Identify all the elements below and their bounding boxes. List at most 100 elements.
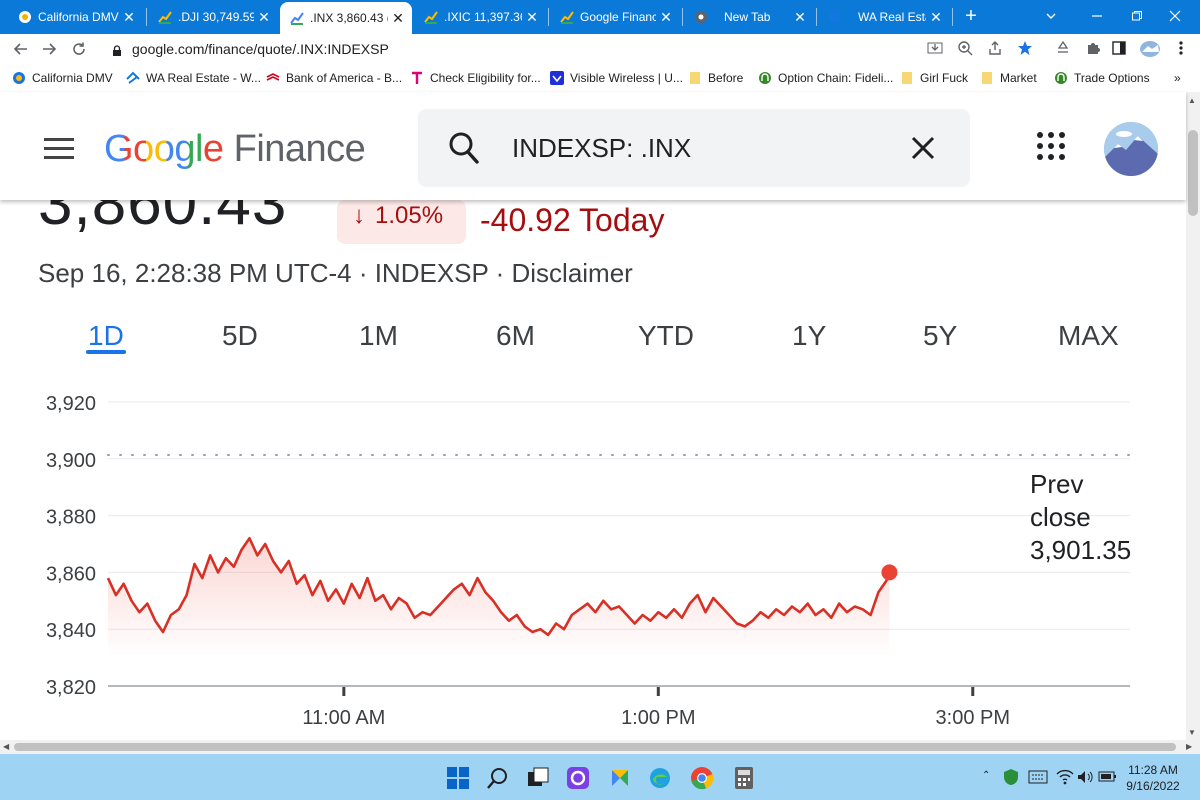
tab-inx[interactable]: .INX 3,860.43 ( ✕ (280, 2, 412, 34)
bank-of-america-icon (266, 71, 280, 85)
calculator-icon[interactable] (732, 766, 756, 790)
bookmark-star-icon[interactable] (1016, 40, 1034, 58)
recycle-extension-icon[interactable] (1054, 40, 1072, 58)
range-tab-1y[interactable]: 1Y (792, 320, 826, 352)
zillow-icon (828, 10, 842, 24)
volume-icon[interactable] (1076, 768, 1094, 786)
vertical-scroll-thumb[interactable] (1188, 130, 1198, 216)
tab-wa-real-estate[interactable]: WA Real Estate ✕ (818, 4, 950, 30)
scroll-up-icon[interactable]: ▲ (1188, 96, 1196, 105)
bookmark-visible-wireless[interactable]: Visible Wireless | U... (550, 70, 683, 86)
change-percent-badge: ↓ 1.05% (337, 200, 466, 244)
minimize-icon[interactable] (1082, 6, 1112, 26)
tab-separator (952, 8, 953, 26)
bookmark-check-eligibility[interactable]: Check Eligibility for... (410, 70, 541, 86)
windows-taskbar: ⌃ 11:28 AM 9/16/2022 (0, 754, 1200, 800)
taskbar-clock[interactable]: 11:28 AM 9/16/2022 (1110, 762, 1196, 794)
tab-separator (548, 8, 549, 26)
range-tab-1m[interactable]: 1M (359, 320, 398, 352)
close-icon[interactable]: ✕ (790, 9, 810, 26)
google-finance-logo[interactable]: Google Finance (104, 128, 366, 171)
tray-chevron-up-icon[interactable]: ⌃ (982, 770, 990, 781)
window-close-icon[interactable] (1160, 6, 1190, 26)
bookmark-wa-real-estate[interactable]: WA Real Estate - W... (126, 70, 261, 86)
forward-icon[interactable] (38, 38, 60, 60)
range-tab-max[interactable]: MAX (1058, 320, 1119, 352)
close-icon[interactable]: ✕ (656, 9, 676, 26)
zoom-icon[interactable] (956, 40, 974, 58)
scroll-left-icon[interactable]: ◀ (3, 742, 9, 751)
taskbar-search-icon[interactable] (486, 766, 510, 790)
tab-dji[interactable]: .DJI 30,749.59 ( ✕ (148, 4, 278, 30)
photos-app-icon[interactable] (608, 766, 632, 790)
range-tab-1d[interactable]: 1D (88, 320, 124, 352)
chevron-down-icon[interactable] (1036, 6, 1066, 26)
windows-start-icon[interactable] (446, 766, 470, 790)
extensions-puzzle-icon[interactable] (1084, 40, 1102, 58)
range-tab-5y[interactable]: 5Y (923, 320, 957, 352)
tab-label: .DJI 30,749.59 ( (178, 10, 254, 24)
keyboard-icon[interactable] (1028, 770, 1048, 784)
side-panel-icon[interactable] (1110, 40, 1128, 58)
scroll-down-icon[interactable]: ▼ (1188, 728, 1196, 737)
bookmark-option-chain[interactable]: Option Chain: Fideli... (758, 70, 893, 86)
tab-google-finance[interactable]: Google Finance ✕ (550, 4, 680, 30)
bookmark-bank-of-america[interactable]: Bank of America - B... (266, 70, 402, 86)
bookmark-label: Option Chain: Fideli... (778, 71, 894, 85)
folder-icon (980, 71, 994, 85)
apps-grid-icon[interactable] (1037, 132, 1065, 160)
quote-meta: Sep 16, 2:28:38 PM UTC-4 · INDEXSP · Dis… (38, 258, 633, 288)
scroll-right-icon[interactable]: ▶ (1186, 742, 1192, 751)
new-tab-button[interactable]: + (960, 4, 982, 28)
bookmark-folder-market[interactable]: Market (980, 70, 1037, 86)
search-box[interactable]: INDEXSP: .INX (418, 109, 970, 187)
google-finance-header: Google Finance INDEXSP: .INX (0, 92, 1186, 200)
reload-icon[interactable] (68, 38, 90, 60)
more-vertical-icon[interactable] (1172, 40, 1190, 58)
back-icon[interactable] (10, 38, 32, 60)
y-tick-label: 3,820 (46, 677, 96, 699)
search-input[interactable]: INDEXSP: .INX (512, 133, 691, 164)
bookmark-california-dmv[interactable]: California DMV (12, 70, 113, 86)
restore-icon[interactable] (1122, 6, 1152, 26)
account-avatar[interactable] (1104, 122, 1158, 176)
tab-new-tab[interactable]: New Tab ✕ (684, 4, 814, 30)
bookmark-trade-options[interactable]: Trade Options (1054, 70, 1150, 86)
price-chart[interactable]: 3,920 3,900 3,880 3,860 3,840 3,820 11:00 AM 1… (0, 370, 1186, 740)
close-icon[interactable]: ✕ (254, 9, 274, 26)
profile-avatar-icon[interactable] (1138, 40, 1162, 58)
wifi-icon[interactable] (1056, 768, 1074, 786)
bookmarks-overflow-button[interactable]: » (1174, 70, 1181, 86)
prev-close-label: Prev (1030, 469, 1083, 499)
cortana-icon[interactable] (566, 766, 590, 790)
clear-search-icon[interactable] (910, 135, 936, 166)
t-mobile-icon (410, 71, 424, 85)
tab-california-dmv[interactable]: California DMV ✕ (8, 4, 143, 30)
close-icon[interactable]: ✕ (119, 9, 139, 26)
bookmark-label: Before (708, 71, 744, 85)
range-tab-ytd[interactable]: YTD (638, 320, 694, 352)
close-icon[interactable]: ✕ (522, 9, 542, 26)
tab-separator (146, 8, 147, 26)
security-shield-icon[interactable] (1002, 768, 1020, 786)
task-view-icon[interactable] (526, 766, 550, 790)
last-price-dot[interactable] (881, 564, 898, 581)
logo-finance: Finance (233, 128, 366, 170)
share-icon[interactable] (986, 40, 1004, 58)
tab-ixic[interactable]: .IXIC 11,397.36 ✕ (414, 4, 546, 30)
new-tab-icon (694, 10, 708, 24)
bookmark-label: WA Real Estate - W... (146, 71, 261, 85)
horizontal-scroll-thumb[interactable] (14, 743, 1176, 751)
menu-icon[interactable] (44, 138, 74, 160)
chrome-browser-icon[interactable] (690, 766, 714, 790)
bookmark-label: Market (1000, 71, 1037, 85)
edge-browser-icon[interactable] (648, 766, 672, 790)
range-tab-5d[interactable]: 5D (222, 320, 258, 352)
close-icon[interactable]: ✕ (388, 10, 408, 27)
install-app-icon[interactable] (926, 40, 944, 58)
bookmark-label: Trade Options (1074, 71, 1150, 85)
range-tab-6m[interactable]: 6M (496, 320, 535, 352)
bookmark-folder-girl[interactable]: Girl Fuck (900, 70, 968, 86)
close-icon[interactable]: ✕ (926, 9, 946, 26)
bookmark-folder-before[interactable]: Before (688, 70, 743, 86)
